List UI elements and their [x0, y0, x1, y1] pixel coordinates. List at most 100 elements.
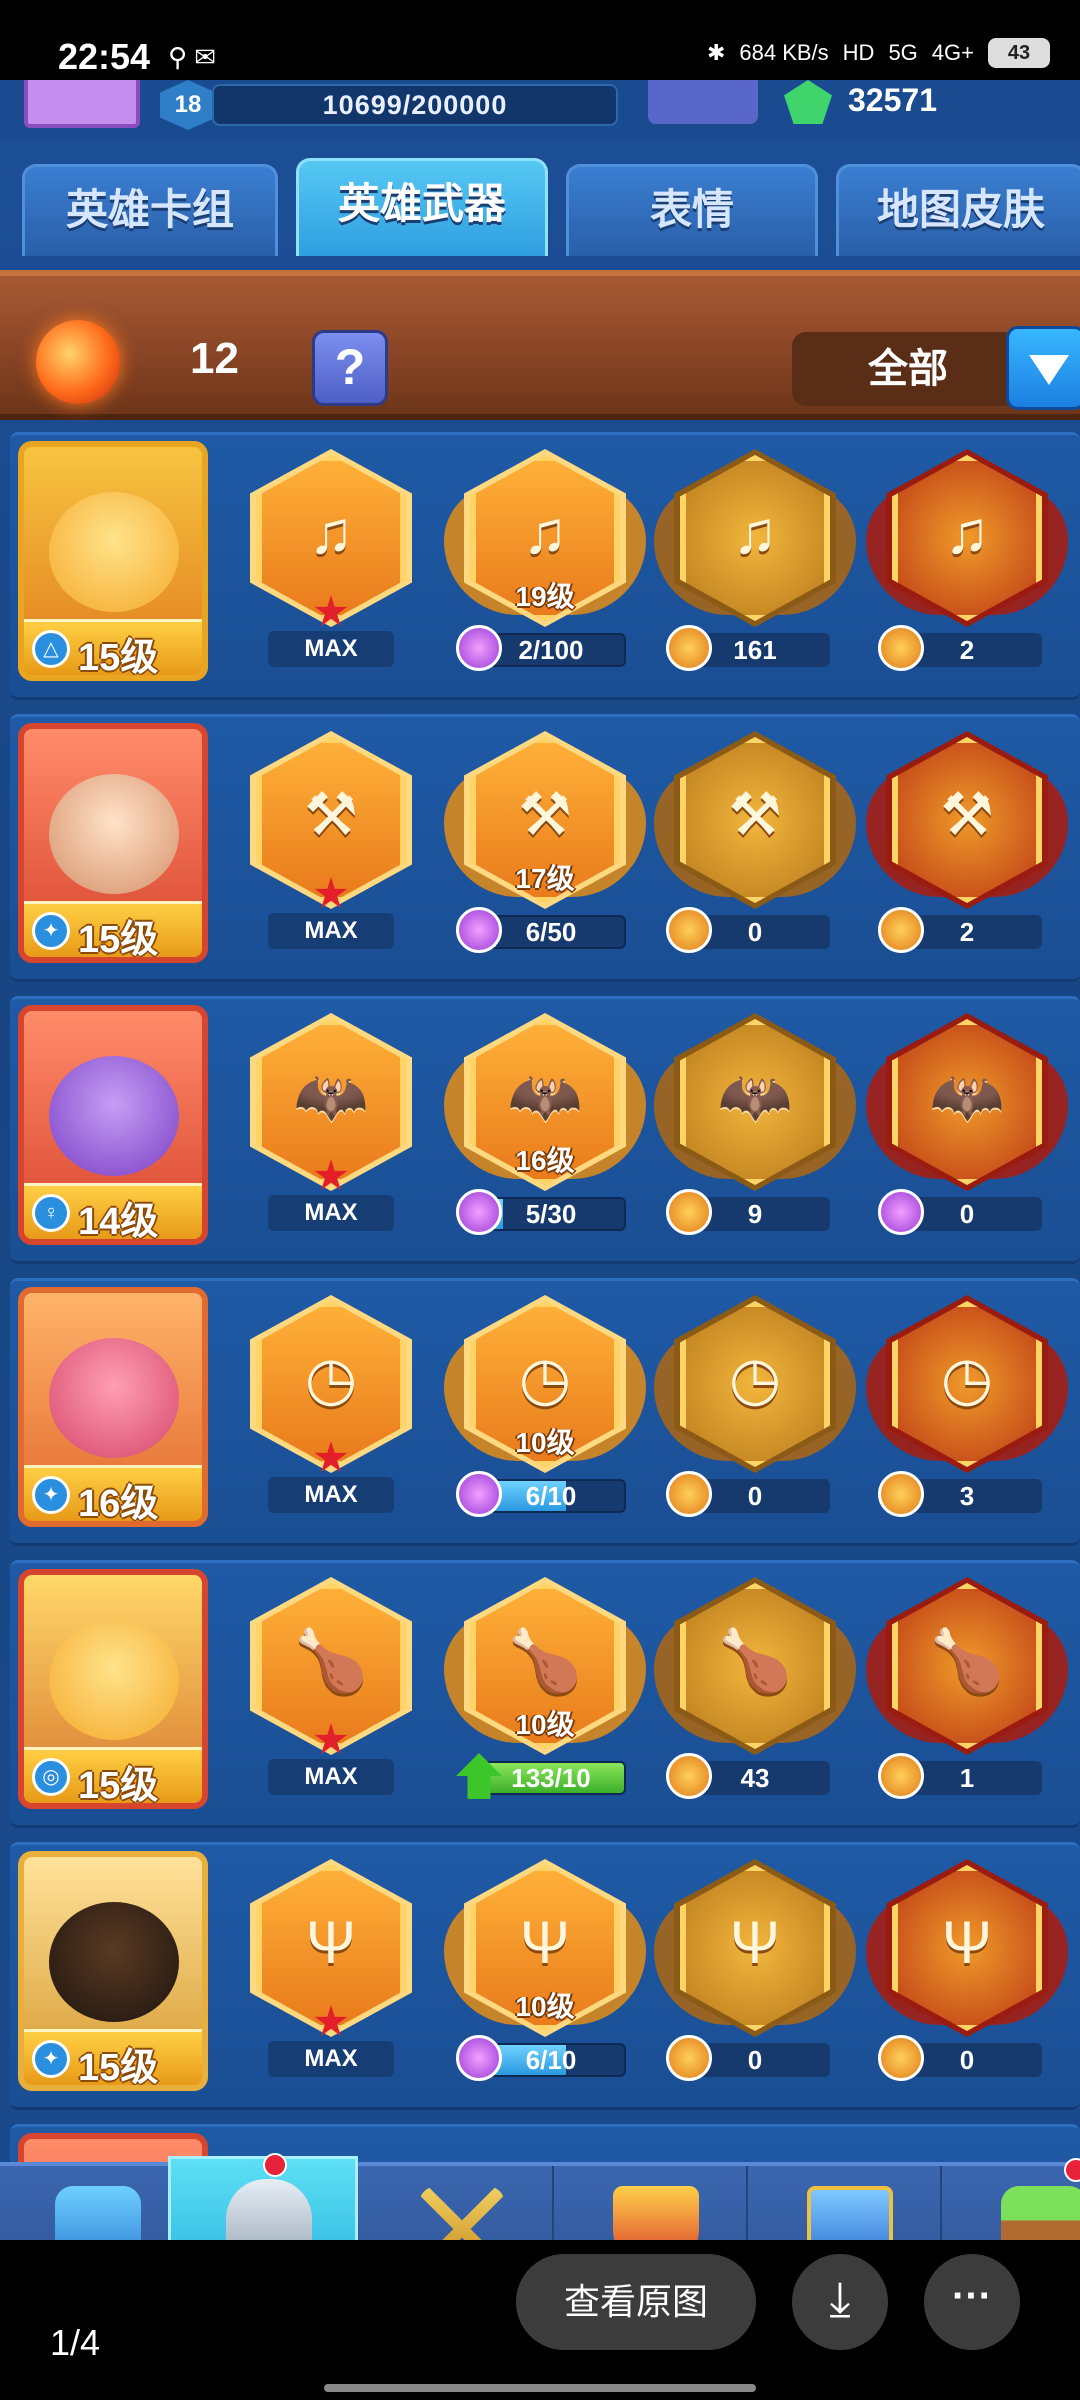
bluetooth-icon: ✱ [706, 40, 726, 65]
emblem-icon [666, 2035, 712, 2081]
weapon-slot-red[interactable]: 🍗 1 [866, 1573, 1068, 1813]
weapon-slot-red[interactable]: Ψ 0 [866, 1855, 1068, 2095]
hero-portrait [49, 1902, 179, 2022]
weapon-slot-red[interactable]: ⚒ 2 [866, 727, 1068, 967]
hero-portrait [49, 492, 179, 612]
hero-level: 15级 [78, 919, 159, 961]
hero-level-bar: ♀ 14级 [24, 1183, 202, 1239]
weapon-slot-max[interactable]: 🍗 MAX [236, 1573, 426, 1813]
top-menu-button[interactable] [648, 80, 758, 124]
weapon-slot-max[interactable]: 🦇 MAX [236, 1009, 426, 1249]
hero-type-icon: ✦ [32, 912, 70, 950]
tab-hero-weapons[interactable]: 英雄武器 [296, 158, 548, 256]
weapon-slot-gold[interactable]: ⚒ 0 [654, 727, 856, 967]
tab-map-skins[interactable]: 地图皮肤 [836, 164, 1080, 256]
bat-icon: 🦇 [717, 1063, 793, 1130]
lyre-icon: ♫ [308, 499, 354, 566]
emblem-icon [666, 1471, 712, 1517]
weapon-row: ✦ 15级 ⚒ MAX ⚒ 17级 6/50 ⚒ 0 ⚒ 2 [10, 714, 1080, 982]
hero-level-bar: ✦ 15级 [24, 901, 202, 957]
pocket-watch-icon: ◷ [304, 1345, 358, 1412]
drumstick-icon: 🍗 [929, 1627, 1005, 1694]
hero-card[interactable]: ◎ 15级 [18, 1569, 208, 1809]
hero-type-icon: ✦ [32, 2040, 70, 2078]
hero-level-bar: ◎ 15级 [24, 1747, 202, 1803]
weapon-row: ✦ 16级 ◷ MAX ◷ 10级 6/10 ◷ 0 ◷ 3 [10, 1278, 1080, 1546]
weapon-slot-gold[interactable]: ◷ 0 [654, 1291, 856, 1531]
more-options-icon[interactable]: ··· [924, 2254, 1020, 2350]
weapon-slot-gold[interactable]: 🍗 43 [654, 1573, 856, 1813]
drumstick-icon: 🍗 [717, 1627, 793, 1694]
hero-token-icon [878, 1189, 924, 1235]
weapon-slot-upgrade[interactable]: ◷ 10级 6/10 [444, 1291, 646, 1531]
weapon-slot-gold[interactable]: 🦇 9 [654, 1009, 856, 1249]
weapon-row: △ 15级 ♫ MAX ♫ 19级 2/100 ♫ 161 ♫ 2 [10, 432, 1080, 700]
status-icons: ✱ 684 KB/s HD 5G 4G+ 43 [707, 38, 1050, 68]
trident-icon: Ψ [519, 1909, 571, 1976]
weapon-slot-red[interactable]: ◷ 3 [866, 1291, 1068, 1531]
weapon-slot-upgrade[interactable]: 🦇 16级 5/30 [444, 1009, 646, 1249]
filter-dropdown[interactable]: 全部 [792, 332, 1024, 406]
trident-icon: Ψ [941, 1909, 993, 1976]
upgrade-level: 10级 [515, 1991, 575, 2022]
weapon-slot-upgrade[interactable]: ♫ 19级 2/100 [444, 445, 646, 685]
hero-level: 15级 [78, 637, 159, 679]
hero-card[interactable]: △ 15级 [18, 441, 208, 681]
hero-card[interactable]: ✦ 16级 [18, 1287, 208, 1527]
weapon-slot-red[interactable]: ♫ 2 [866, 445, 1068, 685]
weapon-slot-max[interactable]: ◷ MAX [236, 1291, 426, 1531]
weapon-slot-red[interactable]: 🦇 0 [866, 1009, 1068, 1249]
weapon-slot-max[interactable]: ⚒ MAX [236, 727, 426, 967]
game-screen: 18 10699/200000 32571 英雄卡组 英雄武器 表情 地图皮肤 … [0, 80, 1080, 2320]
download-icon[interactable]: ⤓ [792, 2254, 888, 2350]
help-button[interactable]: ? [312, 330, 388, 406]
weapon-slot-max[interactable]: Ψ MAX [236, 1855, 426, 2095]
hero-card[interactable]: ✦ 15级 [18, 1851, 208, 2091]
lyre-icon: ♫ [944, 499, 990, 566]
weapon-slot-gold[interactable]: ♫ 161 [654, 445, 856, 685]
pocket-watch-icon: ◷ [940, 1345, 994, 1412]
weapon-slot-upgrade[interactable]: 🍗 10级 133/10 [444, 1573, 646, 1813]
hero-token-icon [878, 907, 924, 953]
hero-portrait [49, 1338, 179, 1458]
player-top-bar: 18 10699/200000 32571 [0, 80, 1080, 140]
orb-count: 12 [190, 334, 239, 383]
lyre-icon: ♫ [732, 499, 778, 566]
emblem-icon [666, 907, 712, 953]
shard-icon [456, 1471, 502, 1517]
max-label: MAX [268, 1477, 394, 1513]
weapon-row: ♀ 14级 🦇 MAX 🦇 16级 5/30 🦇 9 🦇 0 [10, 996, 1080, 1264]
hero-type-icon: △ [32, 630, 70, 668]
weapon-slot-upgrade[interactable]: ⚒ 17级 6/50 [444, 727, 646, 967]
weapon-slot-gold[interactable]: Ψ 0 [654, 1855, 856, 2095]
signal-label-4g: 4G+ [931, 40, 974, 65]
xp-progress-bar: 10699/200000 [212, 84, 618, 126]
hero-portrait [49, 774, 179, 894]
hero-level: 15级 [78, 2047, 159, 2089]
signal-label-hd: HD [842, 40, 875, 65]
home-indicator[interactable] [324, 2384, 756, 2392]
network-speed: 684 KB/s [739, 40, 829, 65]
weapon-slot-max[interactable]: ♫ MAX [236, 445, 426, 685]
tab-emotes[interactable]: 表情 [566, 164, 818, 256]
weapon-row: ✦ 15级 Ψ MAX Ψ 10级 6/10 Ψ 0 Ψ 0 [10, 1842, 1080, 2110]
hero-type-icon: ♀ [32, 1194, 70, 1232]
hero-card[interactable]: ✦ 15级 [18, 723, 208, 963]
notification-dot [1064, 2158, 1080, 2182]
tab-hero-deck[interactable]: 英雄卡组 [22, 164, 278, 256]
chevron-down-icon[interactable] [1006, 326, 1080, 410]
weapon-slot-upgrade[interactable]: Ψ 10级 6/10 [444, 1855, 646, 2095]
battery-icon: 43 [988, 38, 1050, 68]
upgrade-level: 19级 [515, 581, 575, 612]
hero-type-icon: ✦ [32, 1476, 70, 1514]
player-avatar[interactable] [24, 80, 140, 128]
progress-text: 133/10 [511, 1763, 591, 1793]
bat-icon: 🦇 [507, 1063, 583, 1130]
hero-token-icon [878, 2035, 924, 2081]
axe-icon: ⚒ [940, 781, 994, 848]
bat-icon: 🦇 [293, 1063, 369, 1130]
view-original-button[interactable]: 查看原图 [516, 2254, 756, 2350]
hero-card[interactable]: ♀ 14级 [18, 1005, 208, 1245]
hero-level: 15级 [78, 1765, 159, 1807]
trident-icon: Ψ [729, 1909, 781, 1976]
